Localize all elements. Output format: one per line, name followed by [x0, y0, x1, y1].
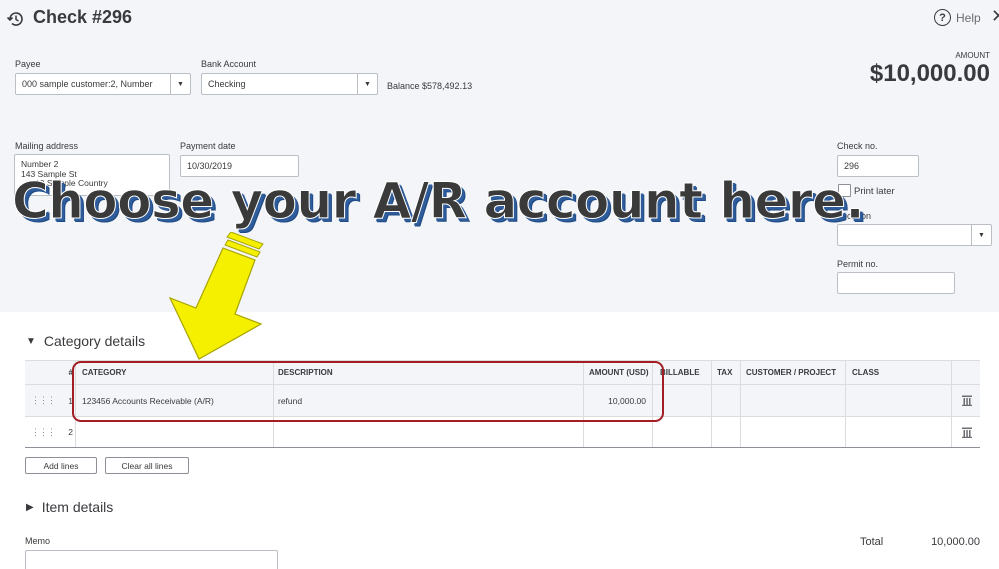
drag-handle-icon[interactable]: ⋮⋮⋮ — [31, 385, 56, 416]
category-details-toggle[interactable]: ▼ Category details — [26, 333, 145, 349]
annotation-text: Choose your A/R account here. — [12, 172, 865, 231]
table-header-row: # CATEGORY DESCRIPTION AMOUNT (USD) BILL… — [25, 360, 980, 384]
check-no-value: 296 — [844, 161, 860, 171]
item-details-toggle[interactable]: ▶ Item details — [26, 499, 113, 515]
row-amount[interactable]: 10,000.00 — [589, 385, 646, 416]
drag-handle-icon[interactable]: ⋮⋮⋮ — [31, 417, 56, 447]
trash-icon[interactable] — [962, 427, 972, 438]
page-title: Check #296 — [33, 7, 133, 27]
bank-account-value: Checking — [208, 79, 246, 89]
check-no-label: Check no. — [837, 141, 878, 151]
close-icon[interactable]: ✕ — [991, 6, 999, 27]
category-table: # CATEGORY DESCRIPTION AMOUNT (USD) BILL… — [25, 360, 980, 448]
caret-down-icon: ▼ — [26, 335, 36, 347]
row-number: 1 — [68, 395, 73, 406]
memo-label: Memo — [25, 536, 51, 546]
total-value: 10,000.00 — [931, 536, 980, 548]
item-details-title: Item details — [41, 499, 114, 515]
table-row[interactable]: ⋮⋮⋮ 1 123456 Accounts Receivable (A/R) r… — [25, 384, 980, 416]
col-class-header: CLASS — [852, 368, 880, 377]
memo-input[interactable] — [25, 550, 278, 569]
row-category[interactable]: 123456 Accounts Receivable (A/R) — [82, 385, 214, 416]
col-customer-header: CUSTOMER / PROJECT — [746, 368, 837, 377]
add-lines-button[interactable]: Add lines — [25, 457, 97, 474]
payee-select[interactable]: 000 sample customer:2, Number ▼ — [15, 73, 191, 95]
col-num-header: # — [68, 368, 73, 377]
amount-value: $10,000.00 — [869, 60, 990, 87]
permit-no-input[interactable] — [837, 272, 955, 294]
row-description[interactable]: refund — [278, 385, 302, 416]
help-label: Help — [956, 10, 981, 25]
chevron-down-icon[interactable]: ▼ — [357, 74, 377, 94]
col-category-header: CATEGORY — [82, 368, 127, 377]
recent-history-icon[interactable] — [6, 9, 26, 29]
table-row[interactable]: ⋮⋮⋮ 2 — [25, 416, 980, 448]
chevron-down-icon[interactable]: ▼ — [170, 74, 190, 94]
help-button[interactable]: ? Help — [934, 9, 981, 26]
total-label: Total — [860, 536, 884, 548]
mailing-address-label: Mailing address — [15, 141, 79, 151]
row-number: 2 — [68, 427, 73, 437]
payment-date-label: Payment date — [180, 141, 236, 151]
payee-label: Payee — [15, 59, 41, 69]
permit-no-label: Permit no. — [837, 259, 879, 269]
col-billable-header: BILLABLE — [660, 368, 700, 377]
row-amount[interactable] — [589, 417, 646, 447]
col-tax-header: TAX — [717, 368, 733, 377]
amount-label: AMOUNT — [955, 51, 990, 60]
category-details-title: Category details — [43, 333, 146, 349]
col-amount-header: AMOUNT (USD) — [589, 368, 649, 377]
chevron-down-icon[interactable]: ▼ — [971, 225, 991, 245]
bank-account-label: Bank Account — [201, 59, 257, 69]
col-description-header: DESCRIPTION — [278, 368, 333, 377]
clear-all-lines-button[interactable]: Clear all lines — [105, 457, 189, 474]
payee-value: 000 sample customer:2, Number — [22, 79, 153, 89]
bank-account-select[interactable]: Checking ▼ — [201, 73, 378, 95]
yellow-arrow-annotation — [168, 232, 264, 360]
balance-text: Balance $578,492.13 — [387, 81, 473, 91]
help-icon: ? — [934, 9, 951, 26]
trash-icon[interactable] — [962, 395, 972, 406]
caret-right-icon: ▶ — [26, 501, 34, 513]
payment-date-value: 10/30/2019 — [187, 161, 233, 171]
